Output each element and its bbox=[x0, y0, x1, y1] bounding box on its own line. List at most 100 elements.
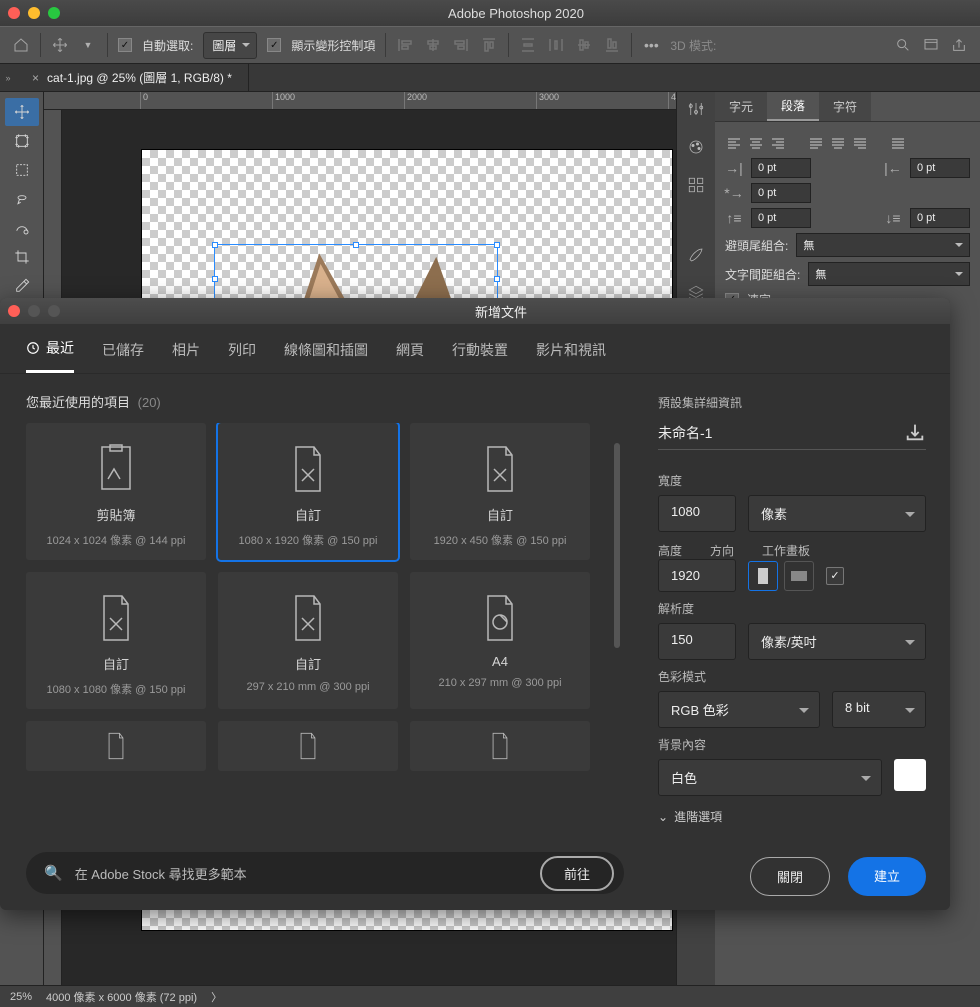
tab-print[interactable]: 列印 bbox=[228, 338, 256, 373]
background-select[interactable]: 白色 bbox=[658, 759, 882, 796]
stock-search[interactable]: 🔍 在 Adobe Stock 尋找更多範本 前往 bbox=[26, 852, 624, 894]
more-options-icon[interactable]: ••• bbox=[642, 36, 660, 54]
indent-left-input[interactable]: 0 pt bbox=[751, 158, 811, 178]
orientation-portrait[interactable] bbox=[748, 561, 778, 591]
close-button[interactable]: 關閉 bbox=[750, 857, 830, 896]
space-before-input[interactable]: 0 pt bbox=[751, 208, 811, 228]
close-tab-icon[interactable]: × bbox=[32, 71, 39, 85]
preset-more-1[interactable] bbox=[26, 721, 206, 771]
crop-tool[interactable] bbox=[5, 243, 39, 271]
home-icon[interactable] bbox=[12, 36, 30, 54]
search-icon[interactable] bbox=[894, 36, 912, 54]
align-right-p-icon[interactable] bbox=[769, 135, 787, 153]
dialog-close-icon[interactable] bbox=[8, 305, 20, 317]
align-right-icon[interactable] bbox=[452, 36, 470, 54]
space-after-icon: ↓≡ bbox=[884, 209, 902, 227]
spacing-select[interactable]: 無 bbox=[808, 262, 970, 286]
new-doc-tabs: 最近 已儲存 相片 列印 線條圖和插圖 網頁 行動裝置 影片和視訊 bbox=[0, 324, 950, 374]
document-tab[interactable]: × cat-1.jpg @ 25% (圖層 1, RGB/8) * bbox=[16, 64, 249, 91]
preset-custom-1080x1080[interactable]: 自訂 1080 x 1080 像素 @ 150 ppi bbox=[26, 572, 206, 709]
resolution-unit-select[interactable]: 像素/英吋 bbox=[748, 623, 926, 660]
justify-right-icon[interactable] bbox=[851, 135, 869, 153]
quick-select-tool[interactable] bbox=[5, 214, 39, 242]
tab-art[interactable]: 線條圖和插圖 bbox=[284, 338, 368, 373]
firstline-input[interactable]: 0 pt bbox=[751, 183, 811, 203]
adjustments-icon[interactable] bbox=[683, 96, 709, 122]
os-titlebar: Adobe Photoshop 2020 bbox=[0, 0, 980, 26]
tab-recent[interactable]: 最近 bbox=[26, 338, 74, 373]
scrollbar[interactable] bbox=[614, 443, 620, 648]
document-icon bbox=[286, 590, 330, 646]
align-vcenter-icon[interactable] bbox=[575, 36, 593, 54]
align-bottom-icon[interactable] bbox=[603, 36, 621, 54]
doc-info[interactable]: 4000 像素 x 6000 像素 (72 ppi) bbox=[46, 989, 197, 1005]
preset-custom-1920x450[interactable]: 自訂 1920 x 450 像素 @ 150 ppi bbox=[410, 423, 590, 560]
preset-clipboard[interactable]: 剪貼簿 1024 x 1024 像素 @ 144 ppi bbox=[26, 423, 206, 560]
go-button[interactable]: 前往 bbox=[540, 856, 614, 891]
auto-select-checkbox[interactable] bbox=[118, 38, 132, 52]
create-button[interactable]: 建立 bbox=[848, 857, 926, 896]
align-center-p-icon[interactable] bbox=[747, 135, 765, 153]
brush-icon[interactable] bbox=[683, 242, 709, 268]
align-top-icon[interactable] bbox=[480, 36, 498, 54]
move-tool[interactable] bbox=[5, 98, 39, 126]
chevron-right-icon[interactable]: 〉 bbox=[211, 989, 222, 1005]
justify-left-icon[interactable] bbox=[807, 135, 825, 153]
preset-more-3[interactable] bbox=[410, 721, 590, 771]
artboard-tool[interactable] bbox=[5, 127, 39, 155]
marquee-tool[interactable] bbox=[5, 156, 39, 184]
indent-right-input[interactable]: 0 pt bbox=[910, 158, 970, 178]
arrange-docs-icon[interactable] bbox=[922, 36, 940, 54]
background-swatch[interactable] bbox=[894, 759, 926, 791]
share-icon[interactable] bbox=[950, 36, 968, 54]
justify-center-icon[interactable] bbox=[829, 135, 847, 153]
move-tool-icon[interactable] bbox=[51, 36, 69, 54]
close-window-icon[interactable] bbox=[8, 7, 20, 19]
tab-web[interactable]: 網頁 bbox=[396, 338, 424, 373]
auto-select-target-select[interactable]: 圖層 bbox=[203, 32, 257, 59]
height-input[interactable]: 1920 bbox=[658, 559, 736, 592]
download-icon[interactable] bbox=[904, 421, 926, 443]
preset-custom-1080x1920[interactable]: 自訂 1080 x 1920 像素 @ 150 ppi bbox=[218, 423, 398, 560]
minimize-window-icon[interactable] bbox=[28, 7, 40, 19]
align-left-icon[interactable] bbox=[396, 36, 414, 54]
lasso-tool[interactable] bbox=[5, 185, 39, 213]
tab-saved[interactable]: 已儲存 bbox=[102, 338, 144, 373]
orientation-landscape[interactable] bbox=[784, 561, 814, 591]
options-bar: ▼ 自動選取: 圖層 顯示變形控制項 ••• 3D 模式: bbox=[0, 26, 980, 64]
tab-photo[interactable]: 相片 bbox=[172, 338, 200, 373]
advanced-toggle[interactable]: ⌄ 進階選項 bbox=[658, 808, 926, 825]
tab-mobile[interactable]: 行動裝置 bbox=[452, 338, 508, 373]
bitdepth-select[interactable]: 8 bit bbox=[832, 691, 926, 728]
tab-glyph[interactable]: 字元 bbox=[715, 92, 767, 121]
distribute-v-icon[interactable] bbox=[519, 36, 537, 54]
preset-custom-297x210[interactable]: 自訂 297 x 210 mm @ 300 ppi bbox=[218, 572, 398, 709]
tab-paragraph[interactable]: 段落 bbox=[767, 92, 819, 121]
justify-all-icon[interactable] bbox=[889, 135, 907, 153]
preset-a4[interactable]: A4 210 x 297 mm @ 300 ppi bbox=[410, 572, 590, 709]
color-icon[interactable] bbox=[683, 134, 709, 160]
tab-overflow-icon[interactable]: » bbox=[0, 64, 16, 91]
maximize-window-icon[interactable] bbox=[48, 7, 60, 19]
ruler-horizontal[interactable]: 0 1000 2000 3000 4000 bbox=[44, 92, 676, 110]
hyphen-select[interactable]: 無 bbox=[796, 233, 970, 257]
tab-char[interactable]: 字符 bbox=[819, 92, 871, 121]
align-left-p-icon[interactable] bbox=[725, 135, 743, 153]
eyedropper-tool[interactable] bbox=[5, 272, 39, 300]
chevron-down-icon[interactable]: ▼ bbox=[79, 36, 97, 54]
artboard-checkbox[interactable]: ✓ bbox=[826, 567, 844, 585]
show-transform-checkbox[interactable] bbox=[267, 38, 281, 52]
zoom-level[interactable]: 25% bbox=[10, 991, 32, 1003]
width-unit-select[interactable]: 像素 bbox=[748, 495, 926, 532]
recent-count: (20) bbox=[138, 395, 161, 410]
tab-film[interactable]: 影片和視訊 bbox=[536, 338, 606, 373]
preset-more-2[interactable] bbox=[218, 721, 398, 771]
swatches-icon[interactable] bbox=[683, 172, 709, 198]
align-hcenter-icon[interactable] bbox=[424, 36, 442, 54]
distribute-h-icon[interactable] bbox=[547, 36, 565, 54]
resolution-input[interactable]: 150 bbox=[658, 623, 736, 660]
space-after-input[interactable]: 0 pt bbox=[910, 208, 970, 228]
colormode-select[interactable]: RGB 色彩 bbox=[658, 691, 820, 728]
doc-name-input[interactable]: 未命名-1 bbox=[658, 423, 712, 443]
width-input[interactable]: 1080 bbox=[658, 495, 736, 532]
